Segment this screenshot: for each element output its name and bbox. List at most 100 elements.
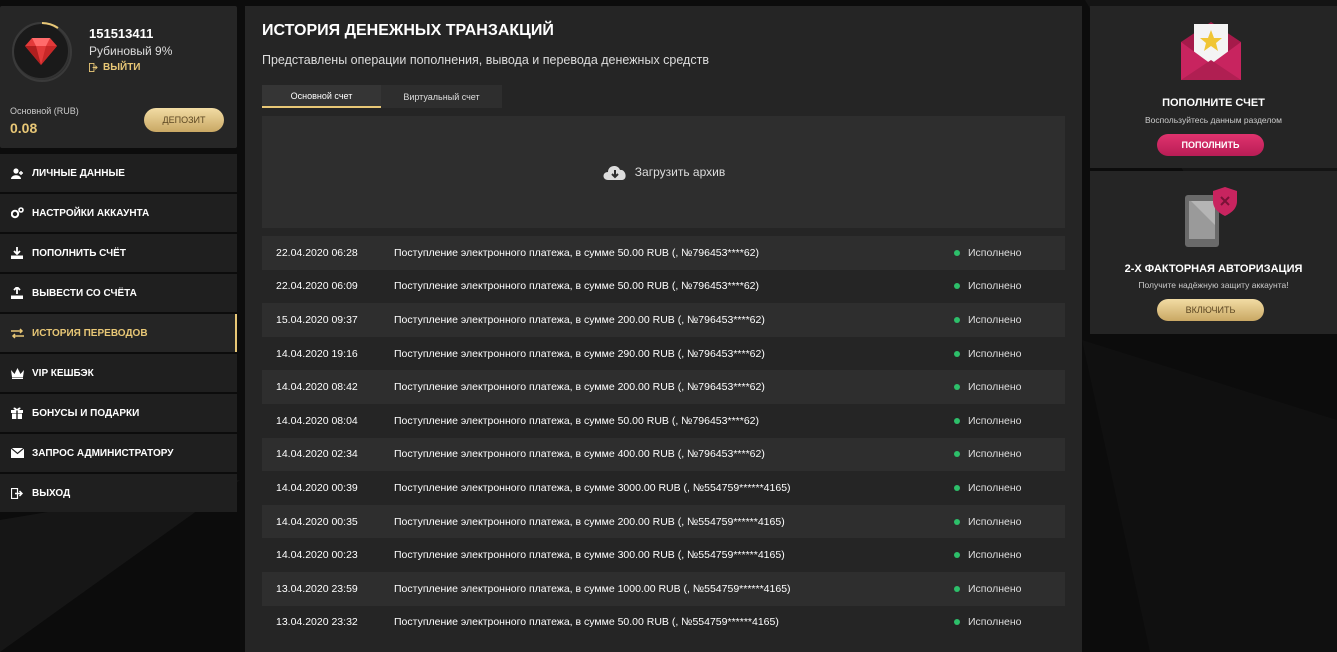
status-badge: Исполнено xyxy=(954,616,1022,628)
status-dot-icon xyxy=(954,417,960,424)
status-badge: Исполнено xyxy=(954,516,1022,528)
table-row: 14.04.2020 00:39 Поступление электронног… xyxy=(262,471,1065,505)
tab-main-account[interactable]: Основной счет xyxy=(262,85,381,108)
sidebar-item-vip-cashback[interactable]: VIP КЕШБЭК xyxy=(0,354,237,392)
tx-date: 14.04.2020 08:04 xyxy=(276,414,358,427)
status-badge: Исполнено xyxy=(954,482,1022,494)
tx-description: Поступление электронного платежа, в сумм… xyxy=(394,313,765,326)
archive-box: Загрузить архив xyxy=(262,116,1065,228)
tx-date: 14.04.2020 19:16 xyxy=(276,347,358,360)
account-label: Основной (RUB) xyxy=(10,106,79,116)
tx-status-label: Исполнено xyxy=(968,616,1022,629)
transaction-history-panel: ИСТОРИЯ ДЕНЕЖНЫХ ТРАНЗАКЦИЙ Представлены… xyxy=(245,6,1082,652)
sidebar-item-transfer-history[interactable]: ИСТОРИЯ ПЕРЕВОДОВ xyxy=(0,314,237,352)
tx-status-label: Исполнено xyxy=(968,381,1022,394)
tab-virtual-account[interactable]: Виртуальный счет xyxy=(381,85,502,108)
envelope-icon xyxy=(10,447,24,459)
table-row: 13.04.2020 23:59 Поступление электронног… xyxy=(262,571,1065,606)
tx-status-label: Исполнено xyxy=(968,414,1022,427)
table-row: 14.04.2020 08:42 Поступление электронног… xyxy=(262,370,1065,404)
tx-status-label: Исполнено xyxy=(968,313,1022,326)
tx-status-label: Исполнено xyxy=(968,515,1022,528)
tx-status-label: Исполнено xyxy=(968,448,1022,461)
tx-description: Поступление электронного платежа, в сумм… xyxy=(394,481,791,494)
logout-label: ВЫЙТИ xyxy=(103,62,141,73)
table-row: 15.04.2020 09:37 Поступление электронног… xyxy=(262,303,1065,337)
download-icon xyxy=(10,247,24,259)
status-dot-icon xyxy=(954,484,960,491)
tx-description: Поступление электронного платежа, в сумм… xyxy=(394,381,765,394)
deposit-promo-panel: ПОПОЛНИТЕ СЧЕТ Воспользуйтесь данным раз… xyxy=(1090,6,1337,168)
tx-description: Поступление электронного платежа, в сумм… xyxy=(394,347,765,360)
status-dot-icon xyxy=(954,518,960,525)
sidebar-item-label: ИСТОРИЯ ПЕРЕВОДОВ xyxy=(32,327,148,339)
tx-date: 14.04.2020 00:39 xyxy=(276,481,358,494)
status-badge: Исполнено xyxy=(954,247,1022,259)
table-row: 22.04.2020 06:28 Поступление электронног… xyxy=(262,236,1065,270)
enable-2fa-button[interactable]: ВКЛЮЧИТЬ xyxy=(1157,299,1264,321)
avatar xyxy=(12,22,72,82)
tx-date: 14.04.2020 02:34 xyxy=(276,448,358,461)
tx-date: 13.04.2020 23:32 xyxy=(276,616,358,629)
deposit-promo-title: ПОПОЛНИТЕ СЧЕТ xyxy=(1162,97,1265,109)
tx-date: 14.04.2020 00:23 xyxy=(276,549,358,562)
top-up-button[interactable]: ПОПОЛНИТЬ xyxy=(1157,134,1264,156)
two-factor-subtitle: Получите надёжную защиту аккаунта! xyxy=(1138,280,1289,290)
tx-status-label: Исполнено xyxy=(968,481,1022,494)
sidebar-item-withdraw[interactable]: ВЫВЕСТИ СО СЧЁТА xyxy=(0,274,237,312)
table-row: 14.04.2020 00:23 Поступление электронног… xyxy=(262,538,1065,572)
table-row: 14.04.2020 08:04 Поступление электронног… xyxy=(262,403,1065,438)
status-badge: Исполнено xyxy=(954,415,1022,427)
envelope-star-icon xyxy=(1181,22,1241,80)
status-badge: Исполнено xyxy=(954,280,1022,292)
crown-icon xyxy=(10,367,24,379)
account-tabs: Основной счет Виртуальный счет xyxy=(262,85,502,108)
download-archive-link[interactable]: Загрузить архив xyxy=(602,162,725,182)
sidebar-item-deposit[interactable]: ПОПОЛНИТЬ СЧЁТ xyxy=(0,234,237,272)
tx-status-label: Исполнено xyxy=(968,347,1022,360)
upload-icon xyxy=(10,287,24,299)
sidebar-item-label: ПОПОЛНИТЬ СЧЁТ xyxy=(32,247,126,259)
sidebar-item-label: ЛИЧНЫЕ ДАННЫЕ xyxy=(32,167,125,179)
sidebar-item-bonuses[interactable]: БОНУСЫ И ПОДАРКИ xyxy=(0,394,237,432)
status-badge: Исполнено xyxy=(954,583,1022,595)
sidebar-item-admin-request[interactable]: ЗАПРОС АДМИНИСТРАТОРУ xyxy=(0,434,237,472)
user-id: 151513411 xyxy=(89,26,154,41)
profile-card: 151513411 Рубиновый 9% ВЫЙТИ Основной (R… xyxy=(0,6,237,148)
status-dot-icon xyxy=(954,249,960,256)
sidebar-item-exit[interactable]: ВЫХОД xyxy=(0,474,237,512)
user-plus-icon xyxy=(10,167,24,179)
tx-status-label: Исполнено xyxy=(968,246,1022,259)
sidebar-item-account-settings[interactable]: НАСТРОЙКИ АККАУНТА xyxy=(0,194,237,232)
sidebar-item-personal-data[interactable]: ЛИЧНЫЕ ДАННЫЕ xyxy=(0,154,237,192)
status-dot-icon xyxy=(954,350,960,357)
tx-description: Поступление электронного платежа, в сумм… xyxy=(394,515,785,528)
table-row: 14.04.2020 02:34 Поступление электронног… xyxy=(262,437,1065,472)
table-row: 13.04.2020 23:32 Поступление электронног… xyxy=(262,605,1065,640)
deposit-promo-subtitle: Воспользуйтесь данным разделом xyxy=(1144,115,1283,125)
tx-date: 22.04.2020 06:28 xyxy=(276,246,358,259)
logout-link[interactable]: ВЫЙТИ xyxy=(89,62,141,73)
status-dot-icon xyxy=(954,384,960,391)
gears-icon xyxy=(10,207,24,219)
account-balance: 0.08 xyxy=(10,120,38,136)
sign-out-icon xyxy=(10,487,24,499)
page-subtitle: Представлены операции пополнения, вывода… xyxy=(262,53,709,67)
tx-status-label: Исполнено xyxy=(968,549,1022,562)
status-dot-icon xyxy=(954,283,960,290)
download-archive-label: Загрузить архив xyxy=(634,165,726,179)
table-row: 14.04.2020 00:35 Поступление электронног… xyxy=(262,504,1065,539)
status-badge: Исполнено xyxy=(954,348,1022,360)
phone-shield-icon xyxy=(1185,187,1237,247)
two-factor-panel: 2-Х ФАКТОРНАЯ АВТОРИЗАЦИЯ Получите надёж… xyxy=(1090,171,1337,334)
page-title: ИСТОРИЯ ДЕНЕЖНЫХ ТРАНЗАКЦИЙ xyxy=(262,22,554,39)
gift-icon xyxy=(10,407,24,419)
tx-description: Поступление электронного платежа, в сумм… xyxy=(394,616,779,629)
deposit-button[interactable]: ДЕПОЗИТ xyxy=(144,108,224,132)
sidebar-item-label: ВЫВЕСТИ СО СЧЁТА xyxy=(32,287,137,299)
tx-date: 22.04.2020 06:09 xyxy=(276,280,358,293)
status-badge: Исполнено xyxy=(954,549,1022,561)
sidebar-item-label: VIP КЕШБЭК xyxy=(32,367,94,379)
tx-description: Поступление электронного платежа, в сумм… xyxy=(394,582,791,595)
tx-date: 15.04.2020 09:37 xyxy=(276,313,358,326)
